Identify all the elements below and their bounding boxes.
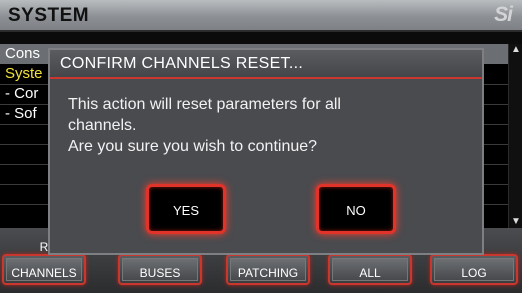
softkey-label: BUSES (139, 266, 181, 280)
softkey-label: CHANNELS (11, 266, 77, 280)
yes-button[interactable]: YES (146, 184, 226, 234)
dialog-message: This action will reset parameters for al… (68, 94, 468, 157)
dialog-message-line: Are you sure you wish to continue? (68, 138, 318, 155)
dialog-message-line: This action will reset parameters for al… (68, 96, 341, 113)
dialog-title: CONFIRM CHANNELS RESET... (60, 55, 304, 72)
scroll-up-icon[interactable]: ▲ (509, 44, 522, 56)
softkey-label: ALL (359, 266, 381, 280)
all-softkey[interactable]: ALL (328, 254, 412, 285)
patching-softkey[interactable]: PATCHING (226, 254, 310, 285)
no-button-label: NO (346, 203, 366, 218)
buses-softkey[interactable]: BUSES (118, 254, 202, 285)
brand-logo: Si (494, 3, 513, 26)
confirm-dialog: CONFIRM CHANNELS RESET... This action wi… (48, 48, 484, 255)
log-softkey[interactable]: T LOG (430, 240, 518, 285)
header-bar: SYSTEM Si (0, 0, 522, 32)
list-scrollbar[interactable]: ▲ ▼ (508, 44, 522, 228)
screen: SYSTEM Si Cons Syste - Cor - Sof ▲ ▼ R C… (0, 0, 522, 293)
dialog-title-bar: CONFIRM CHANNELS RESET... (50, 50, 482, 79)
reset-channels-softkey[interactable]: R CHANNELS (2, 240, 86, 285)
no-button[interactable]: NO (316, 184, 396, 234)
yes-button-label: YES (172, 203, 199, 218)
page-title: SYSTEM (8, 5, 90, 26)
scroll-down-icon[interactable]: ▼ (509, 216, 522, 228)
dialog-message-line: channels. (68, 117, 137, 134)
softkey-label: PATCHING (237, 266, 299, 280)
softkey-label: LOG (461, 266, 487, 280)
